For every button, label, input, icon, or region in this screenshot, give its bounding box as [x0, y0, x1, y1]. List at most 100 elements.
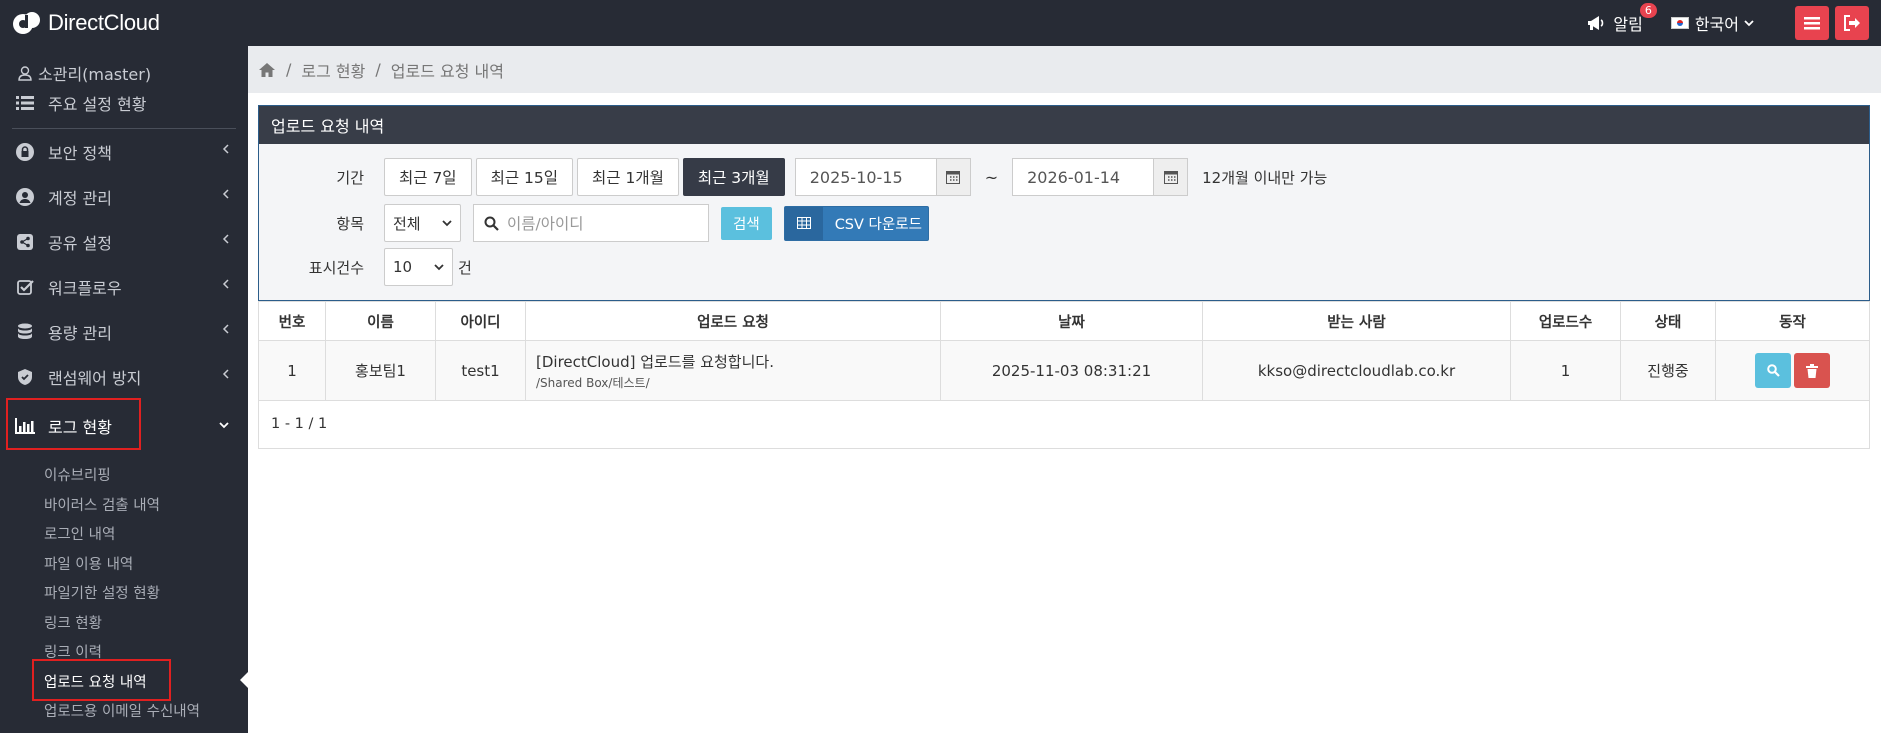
table-header-row: 번호 이름 아이디 업로드 요청 날짜 받는 사람 업로드수 상태 동작: [258, 301, 1870, 341]
col-header-date[interactable]: 날짜: [940, 301, 1203, 341]
results-table: 번호 이름 아이디 업로드 요청 날짜 받는 사람 업로드수 상태 동작 1 홍…: [258, 301, 1870, 401]
date-to-field[interactable]: 2026-01-14: [1012, 158, 1189, 196]
col-header-recipient[interactable]: 받는 사람: [1202, 301, 1511, 341]
calendar-icon[interactable]: [935, 159, 970, 195]
col-header-no[interactable]: 번호: [258, 301, 326, 341]
sidebar-item-ransomware[interactable]: 랜섬웨어 방지: [0, 354, 248, 399]
page-size-select[interactable]: 10: [384, 248, 453, 286]
breadcrumb-separator: /: [375, 60, 381, 79]
sidebar-item-accounts[interactable]: 계정 관리: [0, 174, 248, 219]
cell-status: 진행중: [1620, 340, 1716, 401]
highlight-box-logs: [6, 398, 141, 450]
chevron-left-icon: [222, 144, 229, 154]
csv-download-button[interactable]: CSV 다운로드: [783, 205, 929, 241]
chevron-left-icon: [222, 324, 229, 334]
cell-date: 2025-11-03 08:31:21: [940, 340, 1203, 401]
menu-button[interactable]: [1795, 6, 1829, 40]
col-header-status[interactable]: 상태: [1620, 301, 1716, 341]
user-circle-icon: [14, 186, 36, 208]
count-unit: 건: [458, 258, 472, 277]
language-label: 한국어: [1694, 15, 1739, 34]
home-icon[interactable]: [258, 62, 276, 78]
sidebar-item-label: 공유 설정: [48, 233, 112, 253]
date-range-tilde: ~: [984, 167, 999, 187]
col-header-name[interactable]: 이름: [325, 301, 436, 341]
logout-button[interactable]: [1835, 6, 1869, 40]
highlight-box-upload-requests: [32, 659, 171, 701]
top-bar: DirectCloud 알림 6 한국어: [0, 0, 1881, 46]
alarm-button[interactable]: 알림 6: [1587, 3, 1657, 35]
panel-title: 업로드 요청 내역: [259, 106, 1869, 144]
page-size-value: 10: [393, 258, 413, 276]
item-select-value: 전체: [393, 214, 421, 233]
active-pointer: [240, 672, 248, 688]
search-input[interactable]: 이름/아이디: [473, 204, 709, 242]
date-from-value: 2025-10-15: [809, 167, 903, 187]
sidebar-subitem-link-status[interactable]: 링크 현황: [0, 608, 248, 638]
search-placeholder: 이름/아이디: [507, 215, 584, 233]
sidebar-subitem-login-history[interactable]: 로그인 내역: [0, 519, 248, 549]
search-icon: [1766, 364, 1780, 377]
cell-actions: [1715, 340, 1870, 401]
col-header-upload-count[interactable]: 업로드수: [1510, 301, 1621, 341]
hamburger-icon: [1804, 17, 1820, 30]
period-7d-button[interactable]: 최근 7일: [384, 158, 472, 196]
sidebar-item-label: 용량 관리: [48, 323, 112, 343]
sidebar-item-label: 워크플로우: [48, 278, 122, 298]
logo[interactable]: DirectCloud: [12, 10, 160, 36]
sidebar-subitem-file-expiry[interactable]: 파일기한 설정 현황: [0, 578, 248, 608]
language-selector[interactable]: 한국어: [1670, 11, 1755, 35]
calendar-icon[interactable]: [1153, 159, 1188, 195]
korea-flag-icon: [1670, 17, 1689, 29]
breadcrumb: / 로그 현황 / 업로드 요청 내역: [248, 46, 1881, 93]
sidebar-item-sharing[interactable]: 공유 설정: [0, 219, 248, 264]
period-label: 기간: [336, 168, 364, 187]
period-3m-button[interactable]: 최근 3개월: [682, 158, 785, 196]
chevron-left-icon: [222, 234, 229, 244]
view-button[interactable]: [1755, 353, 1791, 388]
user-info[interactable]: 소관리(master): [0, 58, 248, 88]
sidebar-subitem-virus-detection[interactable]: 바이러스 검출 내역: [0, 490, 248, 520]
request-path: /Shared Box/테스트/: [536, 375, 650, 390]
cloud-logo-icon: [13, 12, 40, 34]
col-header-id[interactable]: 아이디: [435, 301, 526, 341]
search-button[interactable]: 검색: [721, 206, 772, 240]
chevron-down-icon: [1744, 20, 1754, 27]
sidebar-item-settings-overview[interactable]: 주요 설정 현황: [0, 86, 248, 120]
sidebar-item-workflow[interactable]: 워크플로우: [0, 264, 248, 309]
alarm-count-badge: 6: [1639, 3, 1657, 18]
cell-recipient: kkso@directcloudlab.co.kr: [1202, 340, 1511, 401]
date-from-field[interactable]: 2025-10-15: [794, 158, 971, 196]
breadcrumb-item-current: 업로드 요청 내역: [390, 61, 504, 81]
period-1m-button[interactable]: 최근 1개월: [577, 158, 679, 196]
logout-icon: [1844, 15, 1860, 31]
shield-icon: [14, 366, 36, 388]
sidebar-item-label: 랜섬웨어 방지: [48, 368, 142, 388]
chevron-down-icon: [219, 422, 229, 429]
period-15d-button[interactable]: 최근 15일: [475, 158, 574, 196]
col-header-request[interactable]: 업로드 요청: [525, 301, 941, 341]
sidebar-subitem-issue-briefing[interactable]: 이슈브리핑: [0, 460, 248, 490]
breadcrumb-separator: /: [286, 60, 292, 79]
share-icon: [14, 231, 36, 253]
sidebar-subitem-file-usage[interactable]: 파일 이용 내역: [0, 549, 248, 579]
sidebar-item-security[interactable]: 보안 정책: [0, 129, 248, 174]
item-select[interactable]: 전체: [384, 204, 461, 242]
database-icon: [14, 321, 36, 343]
sidebar-item-storage[interactable]: 용량 관리: [0, 309, 248, 354]
trash-icon: [1806, 363, 1818, 378]
table-row[interactable]: 1 홍보팀1 test1 [DirectCloud] 업로드를 요청합니다. /…: [258, 340, 1870, 401]
sidebar-item-label: 보안 정책: [48, 143, 112, 163]
delete-button[interactable]: [1794, 353, 1830, 388]
count-label: 표시건수: [308, 258, 364, 277]
cell-id: test1: [435, 340, 526, 401]
period-note: 12개월 이내만 가능: [1202, 168, 1328, 187]
chevron-left-icon: [222, 189, 229, 199]
item-label: 항목: [336, 214, 364, 233]
user-icon: [18, 65, 32, 81]
list-icon: [14, 92, 36, 114]
breadcrumb-item-logs[interactable]: 로그 현황: [301, 58, 365, 82]
cell-no: 1: [258, 340, 326, 401]
cell-upload-count: 1: [1510, 340, 1621, 401]
user-name: 소관리(master): [38, 65, 152, 84]
